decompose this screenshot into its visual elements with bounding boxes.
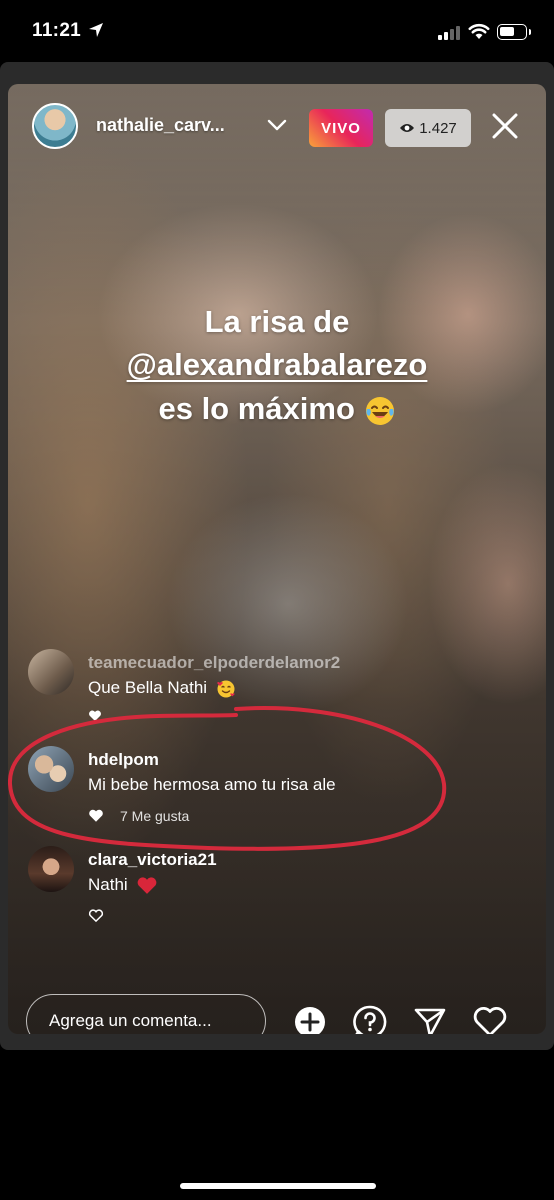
live-video: nathalie_carv... VIVO 1.427 La risa de @… (8, 84, 546, 1034)
live-screenshot-frame: nathalie_carv... VIVO 1.427 La risa de @… (0, 62, 554, 1050)
viewer-count-badge: 1.427 (385, 109, 471, 147)
location-arrow-icon (89, 23, 103, 37)
add-icon[interactable] (292, 1004, 328, 1034)
comment-text: Mi bebe hermosa amo tu risa ale (88, 775, 336, 794)
wifi-icon (468, 23, 490, 39)
heart-icon[interactable] (88, 710, 102, 722)
like-heart-icon[interactable] (472, 1004, 508, 1034)
close-icon[interactable] (488, 109, 522, 143)
profile-avatar[interactable] (32, 103, 78, 149)
comment-username[interactable]: teamecuador_elpoderdelamor2 (88, 653, 340, 673)
caption-text: es lo máximo (158, 391, 355, 426)
comment-text: Nathi (88, 875, 158, 896)
comment-username[interactable]: clara_victoria21 (88, 850, 217, 870)
battery-icon (497, 24, 531, 40)
heart-icon[interactable] (88, 809, 104, 823)
chevron-down-icon[interactable] (266, 118, 288, 132)
question-icon[interactable] (352, 1004, 388, 1034)
send-icon[interactable] (412, 1004, 448, 1034)
comment-username[interactable]: hdelpom (88, 750, 159, 770)
comment-avatar[interactable] (28, 746, 74, 792)
smiling-face-with-hearts-emoji-icon (216, 680, 235, 698)
caption-line-1: La risa de (204, 304, 350, 339)
comment-avatar[interactable] (28, 846, 74, 892)
home-indicator (180, 1183, 376, 1189)
comment-input[interactable]: Agrega un comenta... (26, 994, 266, 1034)
broadcaster-username[interactable]: nathalie_carv... (96, 115, 225, 136)
cellular-signal-icon (438, 26, 462, 40)
caption-mention[interactable]: @alexandrabalarezo (8, 347, 546, 383)
red-heart-emoji-icon (138, 876, 157, 894)
caption-line-3: es lo máximo (8, 391, 546, 427)
status-time: 11:21 (32, 20, 82, 41)
comment-avatar[interactable] (28, 649, 74, 695)
comment-text: Que Bella Nathi (88, 678, 236, 699)
like-count[interactable]: 7 Me gusta (120, 808, 189, 824)
live-badge: VIVO (309, 109, 373, 147)
heart-outline-icon[interactable] (88, 909, 104, 923)
status-bar: 11:21 (0, 0, 554, 64)
viewer-count: 1.427 (419, 119, 457, 137)
eye-icon (400, 124, 415, 132)
laughing-tears-emoji-icon (365, 396, 394, 425)
